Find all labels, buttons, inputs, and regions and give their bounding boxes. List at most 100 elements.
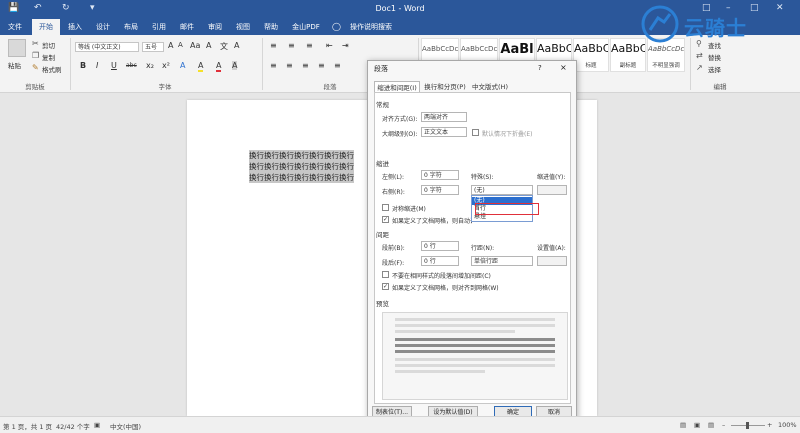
- preview-line: [395, 364, 555, 367]
- alignment-select[interactable]: 两端对齐: [421, 112, 467, 122]
- dialog-close-button[interactable]: ×: [560, 63, 567, 72]
- collapse-checkbox[interactable]: [472, 129, 479, 136]
- tab-mailings[interactable]: 邮件: [174, 19, 200, 35]
- zoom-slider-thumb[interactable]: [746, 422, 749, 429]
- proofing-icon[interactable]: ▣: [94, 421, 100, 429]
- read-mode-icon[interactable]: ▤: [680, 421, 686, 429]
- preview-line: [395, 330, 515, 333]
- zoom-level[interactable]: 100%: [778, 421, 797, 429]
- select-icon[interactable]: ↗: [696, 63, 703, 72]
- status-bar: 第 1 页，共 1 页 42/42 个字 ▣ 中文(中国) ▤ ▣ ▤ – + …: [0, 416, 800, 433]
- document-text-line[interactable]: 换行换行换行换行换行换行换行: [249, 161, 354, 172]
- tab-layout[interactable]: 布局: [118, 19, 144, 35]
- replace-icon[interactable]: ⇄: [696, 51, 703, 60]
- format-painter-button[interactable]: 格式刷: [42, 64, 62, 74]
- no-space-same-style-checkbox[interactable]: [382, 271, 389, 278]
- indent-right-label: 右侧(R):: [382, 189, 405, 196]
- decrease-indent-icon[interactable]: ⇤: [326, 41, 333, 50]
- highlight-button[interactable]: A: [198, 61, 204, 72]
- page-count[interactable]: 第 1 页，共 1 页: [3, 421, 52, 431]
- align-right-icon[interactable]: ≡: [302, 61, 309, 70]
- style-gallery-item[interactable]: AaBbC 标题: [573, 38, 609, 72]
- shrink-font-icon[interactable]: A: [178, 41, 183, 49]
- word-count[interactable]: 42/42 个字: [56, 421, 90, 431]
- web-layout-icon[interactable]: ▤: [708, 421, 714, 429]
- superscript-button[interactable]: x²: [162, 61, 170, 70]
- justify-icon[interactable]: ≡: [318, 61, 325, 70]
- special-select[interactable]: (无): [471, 185, 533, 195]
- customize-toolbar-icon[interactable]: ▾: [90, 3, 95, 13]
- indent-left-input[interactable]: 0 字符: [421, 170, 459, 180]
- spacing-after-label: 段后(F):: [382, 260, 405, 267]
- change-case-icon[interactable]: Aa: [190, 41, 200, 50]
- tab-home[interactable]: 开始: [32, 19, 60, 35]
- document-text-line[interactable]: 换行换行换行换行换行换行换行: [249, 150, 354, 161]
- align-center-icon[interactable]: ≡: [286, 61, 293, 70]
- help-button[interactable]: ?: [538, 64, 542, 72]
- language-indicator[interactable]: 中文(中国): [110, 421, 141, 431]
- text-effects-button[interactable]: A: [180, 61, 185, 70]
- auto-right-indent-label: 如果定义了文档网格，则自动调整右缩进(D): [392, 218, 472, 225]
- multilevel-list-icon[interactable]: ≡: [306, 41, 313, 50]
- preview-line: [395, 370, 485, 373]
- zoom-in-icon[interactable]: +: [767, 421, 772, 429]
- paste-button[interactable]: 粘贴: [8, 60, 21, 70]
- copy-button[interactable]: 复制: [42, 52, 55, 62]
- line-spacing-select[interactable]: 单倍行距: [471, 256, 533, 266]
- redo-icon[interactable]: ↻: [62, 3, 70, 13]
- italic-button[interactable]: I: [96, 61, 98, 70]
- document-text-line[interactable]: 换行换行换行换行换行换行换行: [249, 172, 354, 183]
- snap-to-grid-checkbox[interactable]: ✓: [382, 283, 389, 290]
- tell-me-search[interactable]: 操作说明搜索: [343, 19, 399, 35]
- bullets-icon[interactable]: ≡: [270, 41, 277, 50]
- grow-font-icon[interactable]: A: [168, 41, 173, 50]
- phonetic-guide-icon[interactable]: 文: [220, 41, 228, 52]
- select-button[interactable]: 选择: [708, 64, 721, 74]
- zoom-out-icon[interactable]: –: [722, 421, 725, 429]
- tab-file[interactable]: 文件: [2, 19, 28, 35]
- indent-by-input[interactable]: [537, 185, 567, 195]
- strikethrough-button[interactable]: abc: [126, 62, 137, 69]
- bold-button[interactable]: B: [80, 61, 86, 70]
- spacing-after-input[interactable]: 0 行: [421, 256, 459, 266]
- font-name-select[interactable]: 等线 (中文正文): [75, 42, 139, 52]
- spacing-before-input[interactable]: 0 行: [421, 241, 459, 251]
- distributed-icon[interactable]: ≡: [334, 61, 341, 70]
- indent-right-input[interactable]: 0 字符: [421, 185, 459, 195]
- paste-icon[interactable]: [8, 39, 26, 57]
- undo-icon[interactable]: ↶: [34, 3, 42, 13]
- tab-references[interactable]: 引用: [146, 19, 172, 35]
- character-border-icon[interactable]: A: [234, 41, 239, 50]
- subscript-button[interactable]: x₂: [146, 61, 154, 70]
- brand-logo: 云骑士: [640, 4, 790, 44]
- tab-design[interactable]: 设计: [90, 19, 116, 35]
- font-color-button[interactable]: A: [216, 61, 222, 72]
- increase-indent-icon[interactable]: ⇥: [342, 41, 349, 50]
- spacing-at-input[interactable]: [537, 256, 567, 266]
- copy-icon[interactable]: ❐: [32, 51, 39, 60]
- format-painter-icon[interactable]: ✎: [32, 63, 39, 72]
- underline-button[interactable]: U: [111, 61, 117, 70]
- indent-by-label: 缩进值(Y):: [537, 174, 566, 181]
- clear-format-icon[interactable]: A: [206, 41, 211, 50]
- indentation-heading: 缩进: [376, 160, 389, 168]
- tab-insert[interactable]: 插入: [62, 19, 88, 35]
- save-icon[interactable]: 💾: [8, 3, 19, 13]
- auto-right-indent-checkbox[interactable]: ✓: [382, 216, 389, 223]
- tab-help[interactable]: 帮助: [258, 19, 284, 35]
- tab-kingsoft-pdf[interactable]: 金山PDF: [286, 19, 326, 35]
- cut-icon[interactable]: ✂: [32, 39, 39, 48]
- tab-view[interactable]: 视图: [230, 19, 256, 35]
- tab-review[interactable]: 审阅: [202, 19, 228, 35]
- highlight-box: [475, 203, 539, 215]
- mirror-indents-checkbox[interactable]: [382, 204, 389, 211]
- preview-line: [395, 338, 555, 341]
- character-shading-button[interactable]: A: [232, 61, 238, 70]
- numbering-icon[interactable]: ≡: [288, 41, 295, 50]
- cut-button[interactable]: 剪切: [42, 40, 55, 50]
- outline-level-select[interactable]: 正文文本: [421, 127, 467, 137]
- font-size-select[interactable]: 五号: [142, 42, 164, 52]
- replace-button[interactable]: 替换: [708, 52, 721, 62]
- print-layout-icon[interactable]: ▣: [694, 421, 700, 429]
- align-left-icon[interactable]: ≡: [270, 61, 277, 70]
